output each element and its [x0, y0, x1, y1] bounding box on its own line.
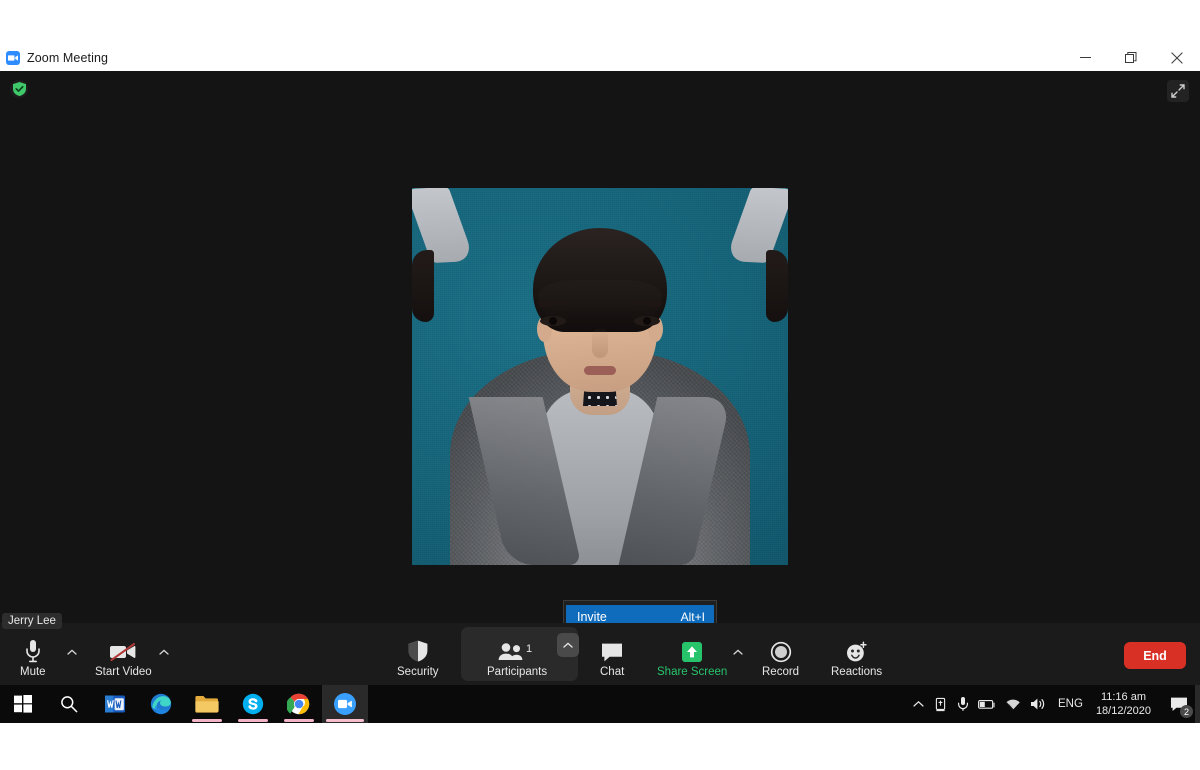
- taskbar-item-chrome[interactable]: [276, 685, 322, 723]
- share-screen-button[interactable]: Share Screen: [657, 637, 727, 679]
- show-desktop-button[interactable]: [1195, 685, 1200, 723]
- end-meeting-button[interactable]: End: [1124, 642, 1186, 669]
- mute-button-label: Mute: [20, 666, 46, 679]
- hair-side-left: [412, 250, 434, 322]
- screen: Zoom Meeting: [0, 0, 1200, 770]
- taskbar-item-file-explorer[interactable]: [184, 685, 230, 723]
- title-bar-left: Zoom Meeting: [0, 51, 108, 65]
- record-button-label: Record: [762, 666, 799, 679]
- taskbar-item-start[interactable]: [0, 685, 46, 723]
- battery-icon[interactable]: [978, 699, 996, 710]
- close-icon[interactable]: [1154, 44, 1200, 71]
- windows-taskbar: ENG 11:16 am 18/12/2020 2: [0, 685, 1200, 723]
- meeting-area: Invite Alt+I Jerry Lee Mute: [0, 71, 1200, 685]
- desktop-background-bottom: [0, 723, 1200, 770]
- share-screen-icon: [680, 637, 704, 663]
- share-screen-button-label: Share Screen: [657, 666, 727, 679]
- green-shield-check-icon[interactable]: [10, 80, 28, 98]
- restore-icon[interactable]: [1108, 44, 1154, 71]
- microphone-icon: [25, 637, 41, 663]
- security-button-label: Security: [397, 666, 439, 679]
- svg-text:1: 1: [526, 643, 532, 655]
- taskbar-running-indicator: [238, 719, 268, 722]
- chat-button[interactable]: Chat: [600, 637, 624, 679]
- wifi-icon[interactable]: [1005, 698, 1021, 711]
- hair-side-right: [766, 250, 788, 322]
- participants-button[interactable]: 1 Participants: [487, 637, 547, 679]
- pupil-right: [643, 317, 651, 325]
- pupil-left: [549, 317, 557, 325]
- participants-button-label: Participants: [487, 666, 547, 679]
- record-button[interactable]: Record: [762, 637, 799, 679]
- participant-photo: [412, 188, 788, 565]
- mouth: [584, 366, 616, 375]
- reactions-button[interactable]: Reactions: [831, 637, 882, 679]
- window-title-bar: Zoom Meeting: [0, 44, 1200, 71]
- tray-microphone-icon[interactable]: [957, 696, 969, 712]
- reactions-smiley-icon: [845, 637, 868, 663]
- notification-icon[interactable]: 2: [1166, 691, 1192, 717]
- mute-options-chevron-up-icon[interactable]: [65, 645, 79, 658]
- desktop-background-top: [0, 0, 1200, 44]
- tray-chevron-up-icon[interactable]: [913, 700, 924, 708]
- notification-count-badge: 2: [1180, 705, 1193, 718]
- menu-item-invite-shortcut: Alt+I: [681, 610, 705, 624]
- mute-button[interactable]: Mute: [20, 637, 46, 679]
- onedrive-icon[interactable]: [933, 697, 948, 712]
- taskbar-item-zoom[interactable]: [322, 685, 368, 723]
- taskbar-item-search[interactable]: [46, 685, 92, 723]
- taskbar-item-edge[interactable]: [138, 685, 184, 723]
- taskbar-item-word[interactable]: [92, 685, 138, 723]
- zoom-camera-icon: [6, 51, 20, 65]
- minimize-icon[interactable]: [1062, 44, 1108, 71]
- taskbar-running-indicator: [326, 719, 364, 722]
- taskbar-running-indicator: [284, 719, 314, 722]
- tray-language-label[interactable]: ENG: [1056, 698, 1085, 710]
- shield-icon: [408, 637, 428, 663]
- clock-time: 11:16 am: [1096, 690, 1151, 704]
- video-off-icon: [109, 637, 137, 663]
- participants-options-chevron-up-icon[interactable]: [557, 633, 579, 657]
- menu-item-invite-label: Invite: [577, 610, 607, 624]
- system-tray: ENG 11:16 am 18/12/2020 2: [913, 690, 1200, 718]
- chat-button-label: Chat: [600, 666, 624, 679]
- video-tile-jerry-lee[interactable]: [412, 188, 788, 565]
- record-circle-icon: [770, 637, 792, 663]
- start-video-button-label: Start Video: [95, 666, 152, 679]
- reactions-button-label: Reactions: [831, 666, 882, 679]
- taskbar-clock[interactable]: 11:16 am 18/12/2020: [1094, 690, 1157, 718]
- start-video-button[interactable]: Start Video: [95, 637, 152, 679]
- chat-bubble-icon: [600, 637, 624, 663]
- window-title: Zoom Meeting: [27, 51, 108, 65]
- meeting-control-bar: Jerry Lee Mute Start Video: [0, 623, 1200, 685]
- taskbar-item-skype[interactable]: [230, 685, 276, 723]
- nose: [592, 328, 608, 358]
- fullscreen-expand-icon[interactable]: [1167, 80, 1189, 102]
- clock-date: 18/12/2020: [1096, 704, 1151, 718]
- security-button[interactable]: Security: [397, 637, 439, 679]
- taskbar-running-indicator: [192, 719, 222, 722]
- speaker-icon[interactable]: [1030, 697, 1047, 711]
- video-options-chevron-up-icon[interactable]: [157, 645, 171, 658]
- self-name-label: Jerry Lee: [2, 613, 62, 629]
- participants-icon: 1: [497, 637, 537, 663]
- share-screen-options-chevron-up-icon[interactable]: [731, 645, 745, 658]
